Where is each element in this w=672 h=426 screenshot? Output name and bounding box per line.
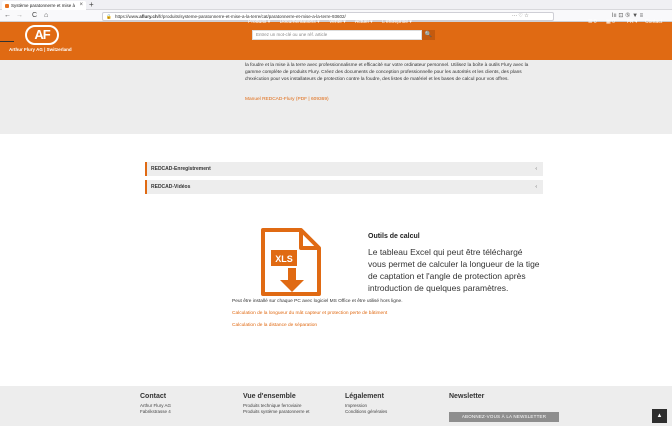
footer-overview-title: Vue d'ensemble — [243, 393, 296, 400]
lock-icon: 🔒 — [106, 13, 112, 19]
manual-pdf-link[interactable]: Manuel REDCAD-Flury (PDF | 609369) — [245, 97, 329, 102]
tab-close-icon[interactable]: × — [79, 1, 83, 10]
contact-link[interactable]: Contact — [645, 19, 662, 25]
language-select[interactable]: FR ▾ — [627, 19, 638, 25]
nav-actuel[interactable]: Actuel ▾ — [355, 19, 373, 25]
cart-icon[interactable]: ▦ 0 — [606, 19, 615, 25]
url-path: /fr/produits/systeme-paratonnerre-et-mis… — [157, 13, 346, 19]
chevron-left-icon: ‹ — [535, 184, 537, 190]
url-domain: aflury.ch — [139, 13, 158, 19]
notepad-icon[interactable]: ☰ 0 — [588, 19, 597, 25]
tools-title: Outils de calcul — [368, 233, 420, 240]
nav-produits[interactable]: Produits ▾ — [248, 19, 270, 25]
search-icon[interactable]: 🔍 — [422, 30, 435, 40]
company-logo[interactable]: AF — [25, 25, 59, 45]
logo-subtitle: Arthur Flury AG | Switzerland — [9, 47, 72, 52]
newsletter-subscribe-button[interactable]: ABONNEZ-VOUS À LA NEWSLETTER — [449, 412, 559, 422]
footer-contact-title: Contact — [140, 393, 167, 400]
footer-legal: Légalement Impression Conditions général… — [345, 393, 387, 415]
favicon-icon — [5, 3, 9, 8]
accordion-label: REDCAD-Enregistrement — [151, 166, 211, 172]
footer-legal-title: Légalement — [345, 393, 384, 400]
browser-tab-bar: Système paratonnerre et mise à × + — [0, 0, 672, 10]
footer-newsletter: Newsletter — [449, 393, 484, 403]
forward-button[interactable]: → — [16, 11, 23, 21]
chevron-left-icon: ‹ — [535, 166, 537, 172]
accordion-redcad-videos[interactable]: REDCAD-Vidéos ‹ — [145, 180, 543, 194]
footer-contact-line: Fabrikstrasse 4 — [140, 409, 171, 414]
browser-tab[interactable]: Système paratonnerre et mise à × — [2, 1, 86, 10]
site-header: AF Arthur Flury AG | Switzerland — [0, 22, 672, 60]
back-button[interactable]: ← — [4, 11, 11, 21]
edge-marker — [0, 41, 14, 42]
reload-button[interactable]: C — [32, 11, 37, 21]
accordion-redcad-enregistrement[interactable]: REDCAD-Enregistrement ‹ — [145, 162, 543, 176]
footer-contact: Contact Arthur Flury AG Fabrikstrasse 4 — [140, 393, 171, 415]
footer-legal-link[interactable]: Conditions générales — [345, 409, 387, 415]
footer-newsletter-title: Newsletter — [449, 393, 485, 400]
intro-text: la foudre et la mise à la terre avec pro… — [245, 63, 529, 82]
accordion-label: REDCAD-Vidéos — [151, 184, 191, 190]
nav-entreprise[interactable]: L'entreprise ▾ — [382, 19, 412, 25]
tools-note: Peut être installé sur chaque PC avec lo… — [232, 299, 403, 304]
scroll-to-top-button[interactable]: ▲ — [652, 409, 667, 423]
link-mast-calculation[interactable]: Calculation de la longueur du mât capteu… — [232, 311, 387, 316]
nav-documentations[interactable]: Documentations ▾ — [280, 19, 320, 25]
footer-overview-link[interactable]: Produits système paratonnerre et — [243, 409, 310, 415]
tools-description: Le tableau Excel qui peut être télécharg… — [368, 247, 540, 293]
xls-file-icon[interactable]: XLS — [261, 228, 323, 298]
page-actions-icon[interactable]: ··· ♡ ☆ — [512, 11, 529, 21]
new-tab-button[interactable]: + — [89, 0, 94, 10]
footer-overview: Vue d'ensemble Produits technique ferrov… — [243, 393, 310, 415]
xls-label: XLS — [275, 254, 293, 264]
nav-vente[interactable]: Vente ▾ — [329, 19, 346, 25]
search-input[interactable]: Entrez un mot-clé ou une réf. article — [252, 30, 422, 40]
home-button[interactable]: ⌂ — [44, 11, 48, 21]
tab-title: Système paratonnerre et mise à — [11, 3, 76, 8]
url-prefix: https://www. — [115, 13, 140, 19]
main-navigation: Produits ▾ Documentations ▾ Vente ▾ Actu… — [248, 19, 420, 25]
link-separation-distance[interactable]: Calculation de la distance de séparation — [232, 323, 317, 328]
footer — [0, 386, 672, 426]
